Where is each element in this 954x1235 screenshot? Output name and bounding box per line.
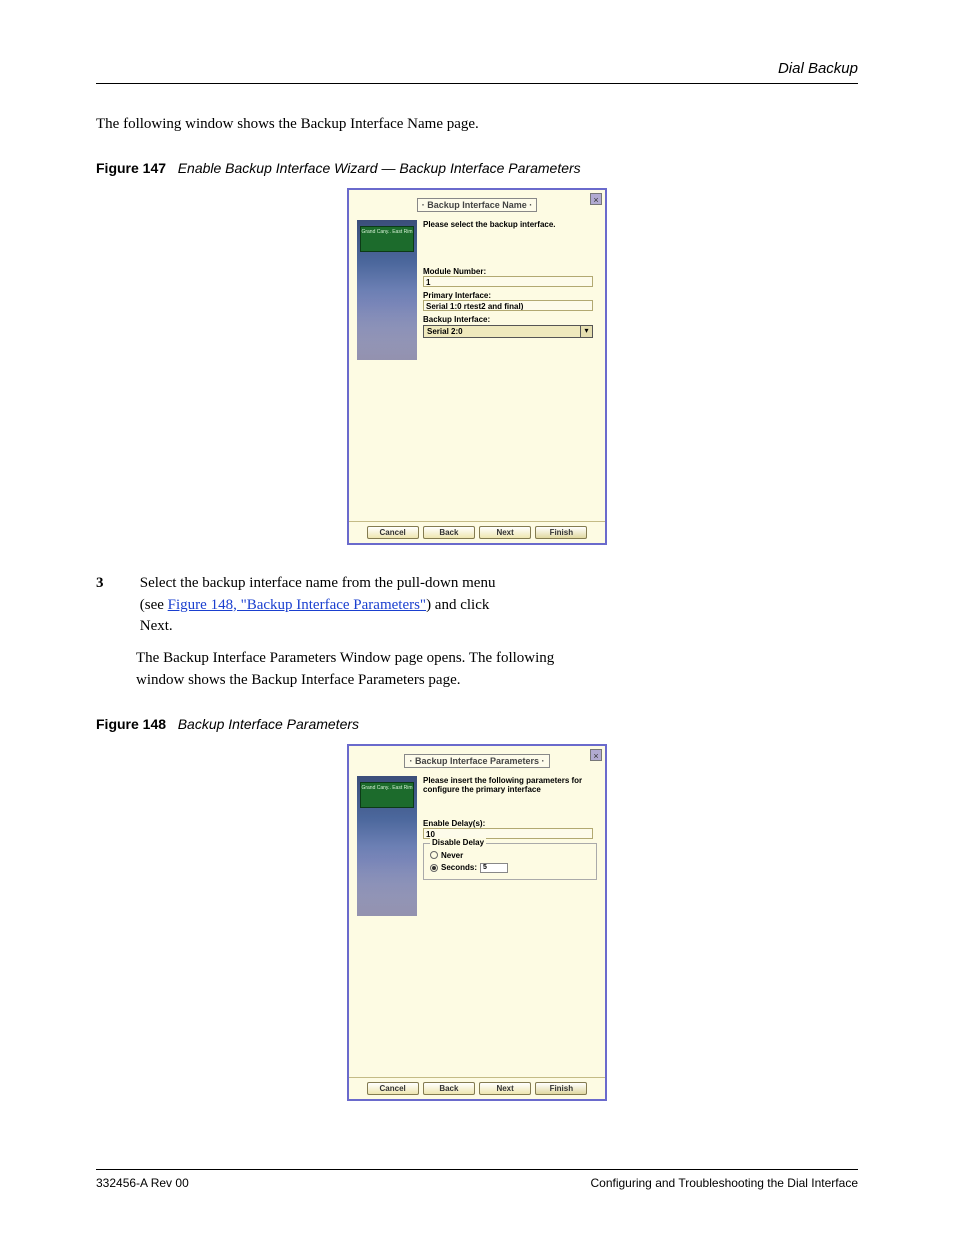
- seconds-radio-label: Seconds:: [441, 863, 477, 872]
- finish-button[interactable]: Finish: [535, 1082, 587, 1095]
- road-sign-graphic: Grand Cany.. East Rim: [360, 782, 414, 808]
- wizard1-title: · Backup Interface Name ·: [417, 198, 538, 212]
- module-number-label: Module Number:: [423, 267, 597, 276]
- figure1-label: Figure 147: [96, 160, 166, 176]
- wizard-side-image: Grand Cany.. East Rim: [357, 776, 417, 1071]
- close-icon[interactable]: ×: [590, 193, 602, 205]
- step3-followup: The Backup Interface Parameters Window p…: [136, 648, 556, 692]
- footer-rule: [96, 1169, 858, 1170]
- backup-interface-selected: Serial 2:0: [423, 325, 581, 338]
- header-rule: [96, 83, 858, 84]
- footer-left: 332456-A Rev 00: [96, 1176, 189, 1190]
- figure1-title: Enable Backup Interface Wizard — Backup …: [178, 160, 581, 176]
- primary-interface-value: Serial 1:0 rtest2 and final): [423, 300, 593, 311]
- step3-sentence: Select the backup interface name from th…: [140, 573, 500, 638]
- road-sign-graphic: Grand Cany.. East Rim: [360, 226, 414, 252]
- module-number-value: 1: [423, 276, 593, 287]
- backup-interface-label: Backup Interface:: [423, 315, 597, 324]
- finish-button[interactable]: Finish: [535, 526, 587, 539]
- chevron-down-icon[interactable]: ▾: [581, 325, 593, 338]
- back-button[interactable]: Back: [423, 1082, 475, 1095]
- never-radio-label: Never: [441, 851, 463, 860]
- wizard1-instruction: Please select the backup interface.: [423, 220, 597, 230]
- intro-paragraph: The following window shows the Backup In…: [96, 114, 858, 136]
- wizard2-title: · Backup Interface Parameters ·: [404, 754, 549, 768]
- wizard2-instruction: Please insert the following parameters f…: [423, 776, 597, 795]
- running-header: Dial Backup: [96, 60, 858, 83]
- close-icon[interactable]: ×: [590, 749, 602, 761]
- never-radio[interactable]: [430, 851, 438, 859]
- disable-delay-group: Disable Delay Never Seconds: 5: [423, 843, 597, 880]
- seconds-input[interactable]: 5: [480, 863, 508, 873]
- primary-interface-label: Primary Interface:: [423, 291, 597, 300]
- wizard-side-image: Grand Cany.. East Rim: [357, 220, 417, 515]
- wizard-backup-interface-name: × · Backup Interface Name · Grand Cany..…: [347, 188, 607, 545]
- next-button[interactable]: Next: [479, 1082, 531, 1095]
- wizard-backup-interface-parameters: × · Backup Interface Parameters · Grand …: [347, 744, 607, 1101]
- disable-delay-title: Disable Delay: [430, 838, 486, 847]
- enable-delay-label: Enable Delay(s):: [423, 819, 597, 828]
- step-number: 3: [96, 573, 136, 595]
- cancel-button[interactable]: Cancel: [367, 526, 419, 539]
- figure-148-link[interactable]: Figure 148, "Backup Interface Parameters…: [168, 597, 426, 613]
- next-button[interactable]: Next: [479, 526, 531, 539]
- backup-interface-select[interactable]: Serial 2:0 ▾: [423, 325, 593, 338]
- cancel-button[interactable]: Cancel: [367, 1082, 419, 1095]
- figure2-title: Backup Interface Parameters: [178, 716, 359, 732]
- figure2-label: Figure 148: [96, 716, 166, 732]
- seconds-radio[interactable]: [430, 864, 438, 872]
- back-button[interactable]: Back: [423, 526, 475, 539]
- footer-right: Configuring and Troubleshooting the Dial…: [590, 1176, 858, 1190]
